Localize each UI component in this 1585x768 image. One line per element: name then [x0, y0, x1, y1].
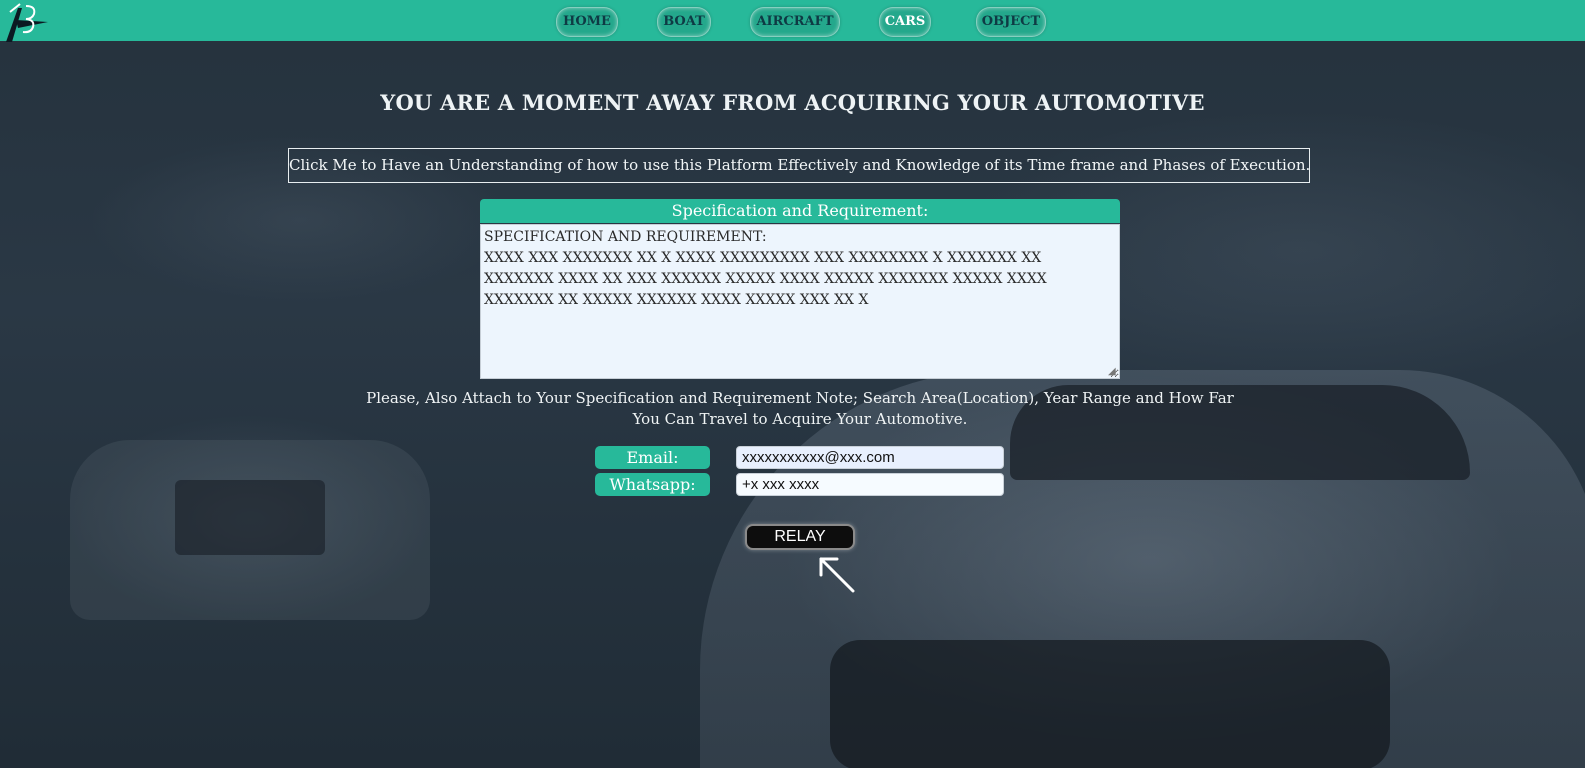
email-field[interactable] [736, 446, 1004, 469]
nav-object[interactable]: OBJECT [976, 7, 1046, 37]
attach-note: Please, Also Attach to Your Specificatio… [366, 389, 1234, 428]
spec-header: Specification and Requirement: [480, 199, 1120, 223]
page-headline: YOU ARE A MOMENT AWAY FROM ACQUIRING YOU… [380, 90, 1205, 115]
whatsapp-field[interactable] [736, 473, 1004, 496]
whatsapp-label: Whatsapp: [595, 473, 710, 496]
usage-guide-link[interactable]: Click Me to Have an Understanding of how… [288, 148, 1310, 183]
resize-grip-icon[interactable]: ◢ [1108, 367, 1118, 377]
nav-cars[interactable]: CARS [879, 7, 931, 37]
nav-aircraft[interactable]: AIRCRAFT [750, 7, 840, 37]
email-label: Email: [595, 446, 710, 469]
cursor-arrow-icon [819, 557, 855, 593]
background-car-left-grille [175, 480, 325, 555]
spec-textarea[interactable]: SPECIFICATION AND REQUIREMENT: XXXX XXX … [480, 224, 1120, 379]
relay-button[interactable]: RELAY [745, 524, 855, 550]
background-car-grille [830, 640, 1390, 768]
top-navbar: HOME BOAT AIRCRAFT CARS OBJECT [0, 0, 1585, 42]
nav-boat[interactable]: BOAT [657, 7, 711, 37]
nav-home[interactable]: HOME [556, 7, 618, 37]
logo-icon[interactable] [4, 2, 48, 42]
